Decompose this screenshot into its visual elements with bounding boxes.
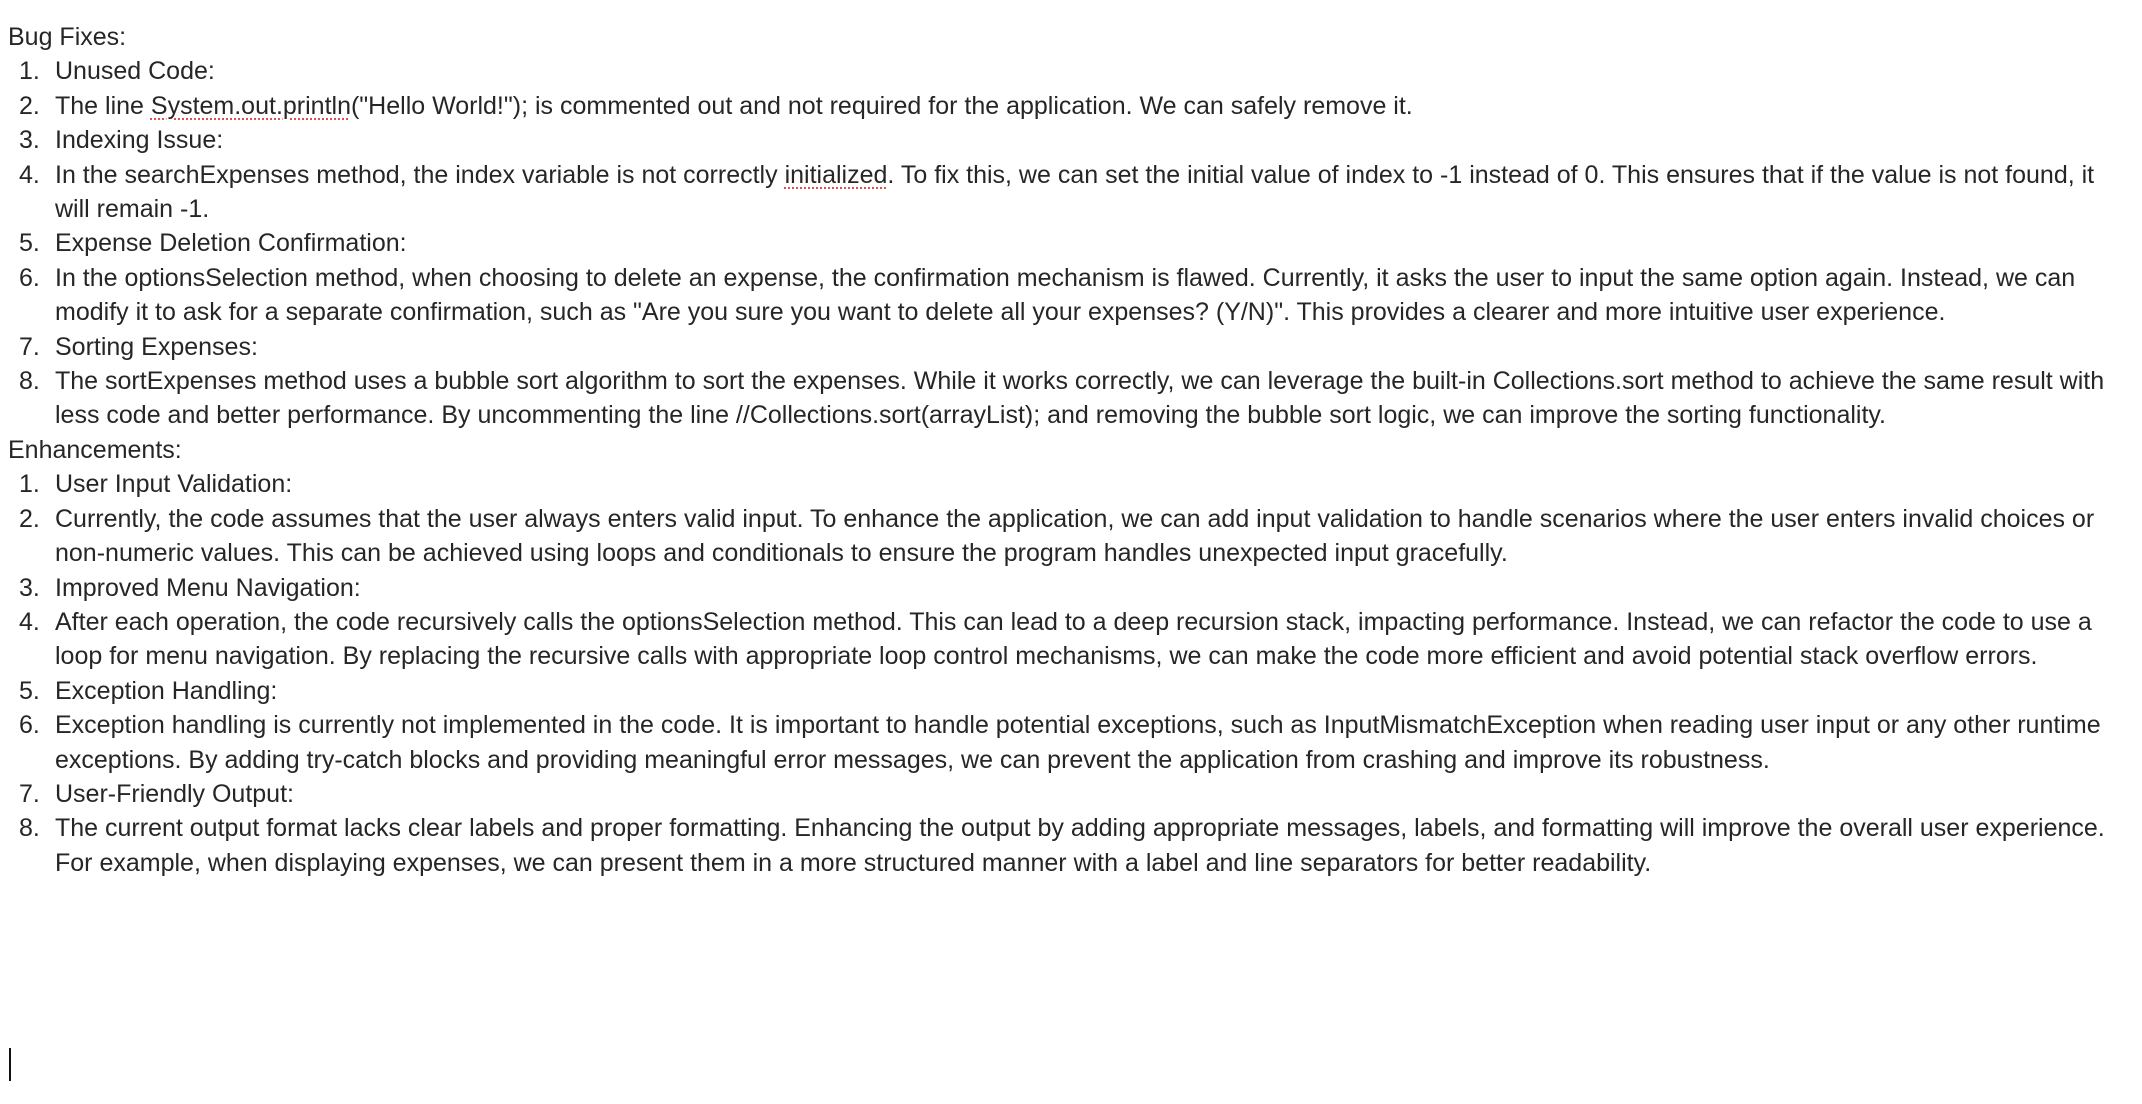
list-item-number: 4. xyxy=(19,607,40,636)
list-item: 3. Indexing Issue: xyxy=(8,123,2128,157)
list-item-text: User-Friendly Output: xyxy=(55,779,294,808)
list-item: 8. The sortExpenses method uses a bubble … xyxy=(8,364,2128,433)
enhancements-list: 1. User Input Validation: 2. Currently, th… xyxy=(8,467,2128,880)
list-item-text: Sorting Expenses: xyxy=(55,332,258,361)
document-body[interactable]: Bug Fixes: 1. Unused Code: 2. The line Sys… xyxy=(8,20,2128,880)
list-item-number: 6. xyxy=(19,711,40,740)
list-item-number: 5. xyxy=(19,676,40,705)
list-item: 3. Improved Menu Navigation: xyxy=(8,571,2128,605)
list-item-text: Improved Menu Navigation: xyxy=(55,573,361,602)
list-item-number: 1. xyxy=(19,470,40,499)
list-item-number: 8. xyxy=(19,814,40,843)
list-item-number: 3. xyxy=(19,126,40,155)
list-item-text: Indexing Issue: xyxy=(55,126,224,155)
list-item-text: The sortExpenses method uses a bubble so… xyxy=(55,367,2105,430)
list-item-text: Unused Code: xyxy=(55,57,215,86)
list-item: 7. Sorting Expenses: xyxy=(8,330,2128,364)
list-item-text-start: The line xyxy=(55,91,151,120)
list-item: 6. Exception handling is currently not im… xyxy=(8,708,2128,777)
list-item-number: 7. xyxy=(19,332,40,361)
spellcheck-flagged-word[interactable]: initialized xyxy=(785,161,888,189)
section-heading-bug-fixes: Bug Fixes: xyxy=(8,23,127,51)
list-item-number: 3. xyxy=(19,573,40,602)
bug-fixes-list: 1. Unused Code: 2. The line System.out.pri… xyxy=(8,54,2128,432)
list-item: 4. In the searchExpenses method, the inde… xyxy=(8,158,2128,227)
list-item-number: 8. xyxy=(19,367,40,396)
list-item: 2. Currently, the code assumes that the u… xyxy=(8,502,2128,571)
list-item: 2. The line System.out.println("Hello Wor… xyxy=(8,89,2128,123)
list-item-number: 6. xyxy=(19,263,40,292)
list-item-number: 4. xyxy=(19,160,40,189)
list-item: 1. Unused Code: xyxy=(8,54,2128,88)
list-item: 5. Exception Handling: xyxy=(8,674,2128,708)
list-item: 6. In the optionsSelection method, when c… xyxy=(8,261,2128,330)
list-item: 8. The current output format lacks clear … xyxy=(8,811,2128,880)
list-item-text: Exception Handling: xyxy=(55,676,278,705)
list-item-text-start: In the searchExpenses method, the index … xyxy=(55,160,785,189)
text-cursor xyxy=(9,1048,11,1081)
list-item-text-end: ("Hello World!"); is commented out and n… xyxy=(350,91,1413,120)
list-item-text: In the optionsSelection method, when cho… xyxy=(55,263,2076,327)
list-item-text: User Input Validation: xyxy=(55,470,293,499)
list-item: 4. After each operation, the code recursi… xyxy=(8,605,2128,674)
list-item: 7. User-Friendly Output: xyxy=(8,777,2128,811)
list-item-number: 2. xyxy=(19,91,40,120)
list-item-text: After each operation, the code recursive… xyxy=(55,607,2092,671)
list-item-text: The current output format lacks clear la… xyxy=(55,814,2105,877)
list-item-text: Exception handling is currently not impl… xyxy=(55,711,2101,774)
list-item-number: 7. xyxy=(19,779,40,808)
list-item-text: Currently, the code assumes that the use… xyxy=(55,504,2095,568)
list-item-number: 1. xyxy=(19,57,40,86)
list-item: 1. User Input Validation: xyxy=(8,467,2128,501)
list-item: 5. Expense Deletion Confirmation: xyxy=(8,226,2128,260)
section-heading-enhancements: Enhancements: xyxy=(8,435,182,464)
list-item-number: 5. xyxy=(19,229,40,258)
spellcheck-flagged-word[interactable]: System.out.println xyxy=(151,92,351,120)
list-item-number: 2. xyxy=(19,504,40,533)
list-item-text: Expense Deletion Confirmation: xyxy=(55,229,407,258)
